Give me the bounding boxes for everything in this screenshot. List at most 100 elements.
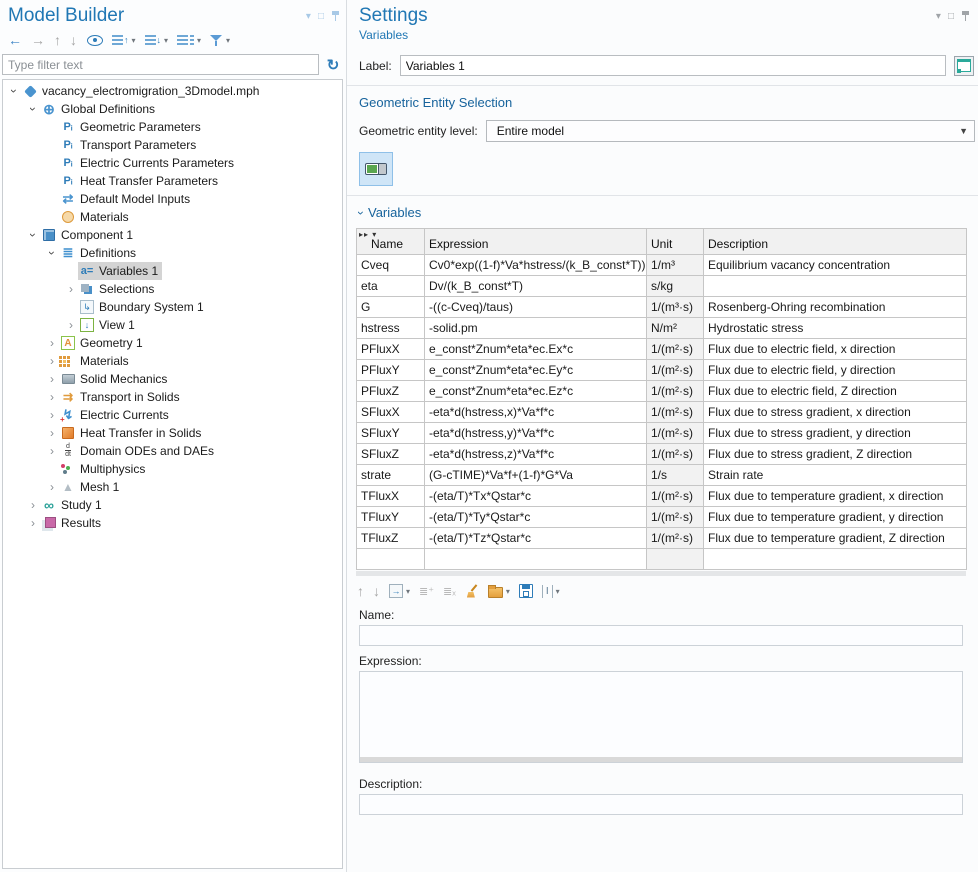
tree-item-electric-currents-parameters[interactable]: Electric Currents Parameters bbox=[3, 154, 342, 172]
cell-unit[interactable] bbox=[647, 549, 704, 570]
cell-unit[interactable]: 1/(m²·s) bbox=[647, 402, 704, 423]
cell-expression[interactable]: -eta*d(hstress,y)*Va*f*c bbox=[425, 423, 647, 444]
chevron-down-icon[interactable]: ▾ bbox=[306, 12, 311, 22]
move-to-model-icon[interactable]: ▾ bbox=[389, 583, 410, 599]
table-row[interactable]: hstress -solid.pm N/m² Hydrostatic stres… bbox=[357, 318, 967, 339]
cell-unit[interactable]: 1/(m²·s) bbox=[647, 486, 704, 507]
cell-expression[interactable]: e_const*Znum*eta*ec.Ey*c bbox=[425, 360, 647, 381]
tree-item-heat-transfer-parameters[interactable]: Heat Transfer Parameters bbox=[3, 172, 342, 190]
table-row[interactable]: eta Dv/(k_B_const*T) s/kg bbox=[357, 276, 967, 297]
cell-name[interactable]: SFluxZ bbox=[357, 444, 425, 465]
cell-unit[interactable]: 1/(m²·s) bbox=[647, 339, 704, 360]
tree-item-electric-currents[interactable]: › Electric Currents bbox=[3, 406, 342, 424]
filter-input[interactable] bbox=[2, 54, 319, 75]
tree-item-materials[interactable]: › Materials bbox=[3, 352, 342, 370]
cell-expression[interactable]: Dv/(k_B_const*T) bbox=[425, 276, 647, 297]
cell-expression[interactable] bbox=[425, 549, 647, 570]
tree-item-materials[interactable]: Materials bbox=[3, 208, 342, 226]
tree-item-view-1[interactable]: › View 1 bbox=[3, 316, 342, 334]
cell-description[interactable]: Flux due to temperature gradient, Z dire… bbox=[704, 528, 967, 549]
tree-expander-icon[interactable]: › bbox=[45, 246, 59, 260]
tree-expander-icon[interactable]: › bbox=[45, 390, 59, 404]
chevron-down-icon[interactable]: ▾ bbox=[936, 12, 941, 22]
cell-name[interactable]: strate bbox=[357, 465, 425, 486]
show-icon[interactable] bbox=[86, 33, 103, 47]
cell-description[interactable]: Flux due to temperature gradient, x dire… bbox=[704, 486, 967, 507]
cell-name[interactable]: Cveq bbox=[357, 255, 425, 276]
table-row[interactable] bbox=[357, 549, 967, 570]
cell-name[interactable]: eta bbox=[357, 276, 425, 297]
tree-item-results[interactable]: › Results bbox=[3, 514, 342, 532]
tree-item-multiphysics[interactable]: Multiphysics bbox=[3, 460, 342, 478]
cell-name[interactable] bbox=[357, 549, 425, 570]
cell-unit[interactable]: 1/(m²·s) bbox=[647, 423, 704, 444]
cell-name[interactable]: TFluxZ bbox=[357, 528, 425, 549]
table-row[interactable]: G -((c-Cveq)/taus) 1/(m³·s) Rosenberg-Oh… bbox=[357, 297, 967, 318]
cell-name[interactable]: PFluxZ bbox=[357, 381, 425, 402]
tree-expander-icon[interactable]: › bbox=[26, 228, 40, 242]
cell-name[interactable]: hstress bbox=[357, 318, 425, 339]
tree-expander-icon[interactable]: › bbox=[7, 84, 21, 98]
tree-item-vacancy-electromigration-3dmodel-mph[interactable]: › vacancy_electromigration_3Dmodel.mph bbox=[3, 82, 342, 100]
cell-expression[interactable]: -solid.pm bbox=[425, 318, 647, 339]
tree-item-transport-parameters[interactable]: Transport Parameters bbox=[3, 136, 342, 154]
move-up-icon[interactable]: ↑ bbox=[357, 583, 364, 599]
cell-description[interactable]: Flux due to stress gradient, Z direction bbox=[704, 444, 967, 465]
tree-item-definitions[interactable]: › Definitions bbox=[3, 244, 342, 262]
add-row-icon[interactable]: ≣⁺ bbox=[419, 583, 434, 599]
tree-item-geometry-1[interactable]: › Geometry 1 bbox=[3, 334, 342, 352]
cell-description[interactable]: Flux due to electric field, y direction bbox=[704, 360, 967, 381]
play-forward-icon[interactable]: ▸▸ ▾ bbox=[359, 230, 377, 239]
tree-item-selections[interactable]: › Selections bbox=[3, 280, 342, 298]
cell-description[interactable]: Flux due to electric field, x direction bbox=[704, 339, 967, 360]
tree-item-default-model-inputs[interactable]: Default Model Inputs bbox=[3, 190, 342, 208]
back-icon[interactable]: ← bbox=[8, 32, 22, 48]
cell-expression[interactable]: -eta*d(hstress,x)*Va*f*c bbox=[425, 402, 647, 423]
cell-description[interactable] bbox=[704, 276, 967, 297]
refresh-icon[interactable]: ↻ bbox=[324, 56, 342, 74]
cell-expression[interactable]: -((c-Cveq)/taus) bbox=[425, 297, 647, 318]
label-input[interactable] bbox=[400, 55, 946, 76]
cell-unit[interactable]: 1/s bbox=[647, 465, 704, 486]
tree-item-component-1[interactable]: › Component 1 bbox=[3, 226, 342, 244]
cell-unit[interactable]: 1/(m²·s) bbox=[647, 444, 704, 465]
clear-table-icon[interactable] bbox=[465, 584, 479, 599]
active-toggle-button[interactable] bbox=[359, 152, 393, 186]
tree-expander-icon[interactable]: › bbox=[45, 336, 59, 350]
tree-expander-icon[interactable]: › bbox=[45, 480, 59, 494]
tree-expander-icon[interactable]: › bbox=[45, 372, 59, 386]
table-row[interactable]: PFluxY e_const*Znum*eta*ec.Ey*c 1/(m²·s)… bbox=[357, 360, 967, 381]
move-up-icon[interactable]: ↑ bbox=[54, 32, 61, 48]
cell-name[interactable]: TFluxY bbox=[357, 507, 425, 528]
cell-unit[interactable]: 1/(m²·s) bbox=[647, 528, 704, 549]
cell-description[interactable] bbox=[704, 549, 967, 570]
cell-unit[interactable]: 1/(m²·s) bbox=[647, 381, 704, 402]
cell-unit[interactable]: 1/(m²·s) bbox=[647, 360, 704, 381]
description-input[interactable] bbox=[359, 794, 963, 815]
filter-icon[interactable]: ▾ bbox=[210, 32, 230, 48]
tree-item-study-1[interactable]: › Study 1 bbox=[3, 496, 342, 514]
pin-icon[interactable] bbox=[961, 11, 970, 22]
tree-expander-icon[interactable]: › bbox=[26, 516, 40, 530]
tree-item-mesh-1[interactable]: › Mesh 1 bbox=[3, 478, 342, 496]
cell-description[interactable]: Rosenberg-Ohring recombination bbox=[704, 297, 967, 318]
edit-name-icon[interactable]: I▾ bbox=[542, 583, 560, 599]
table-row[interactable]: TFluxX -(eta/T)*Tx*Qstar*c 1/(m²·s) Flux… bbox=[357, 486, 967, 507]
cell-name[interactable]: TFluxX bbox=[357, 486, 425, 507]
table-row[interactable]: Cveq Cv0*exp((1-f)*Va*hstress/(k_B_const… bbox=[357, 255, 967, 276]
tree-item-variables-1[interactable]: Variables 1 bbox=[3, 262, 342, 280]
tree-item-global-definitions[interactable]: › Global Definitions bbox=[3, 100, 342, 118]
tree-item-heat-transfer-in-solids[interactable]: › Heat Transfer in Solids bbox=[3, 424, 342, 442]
load-from-file-icon[interactable]: ▾ bbox=[488, 583, 510, 599]
cell-name[interactable]: PFluxX bbox=[357, 339, 425, 360]
table-row[interactable]: SFluxY -eta*d(hstress,y)*Va*f*c 1/(m²·s)… bbox=[357, 423, 967, 444]
float-window-icon[interactable]: □ bbox=[318, 12, 324, 22]
cell-description[interactable]: Flux due to stress gradient, y direction bbox=[704, 423, 967, 444]
tree-expander-icon[interactable]: › bbox=[45, 444, 59, 458]
cell-name[interactable]: PFluxY bbox=[357, 360, 425, 381]
forward-icon[interactable]: → bbox=[31, 32, 45, 48]
table-row[interactable]: PFluxX e_const*Znum*eta*ec.Ex*c 1/(m²·s)… bbox=[357, 339, 967, 360]
expand-descending-icon[interactable]: ↓▾ bbox=[145, 32, 169, 48]
table-row[interactable]: SFluxZ -eta*d(hstress,z)*Va*f*c 1/(m²·s)… bbox=[357, 444, 967, 465]
table-horizontal-scrollbar[interactable] bbox=[356, 571, 966, 576]
